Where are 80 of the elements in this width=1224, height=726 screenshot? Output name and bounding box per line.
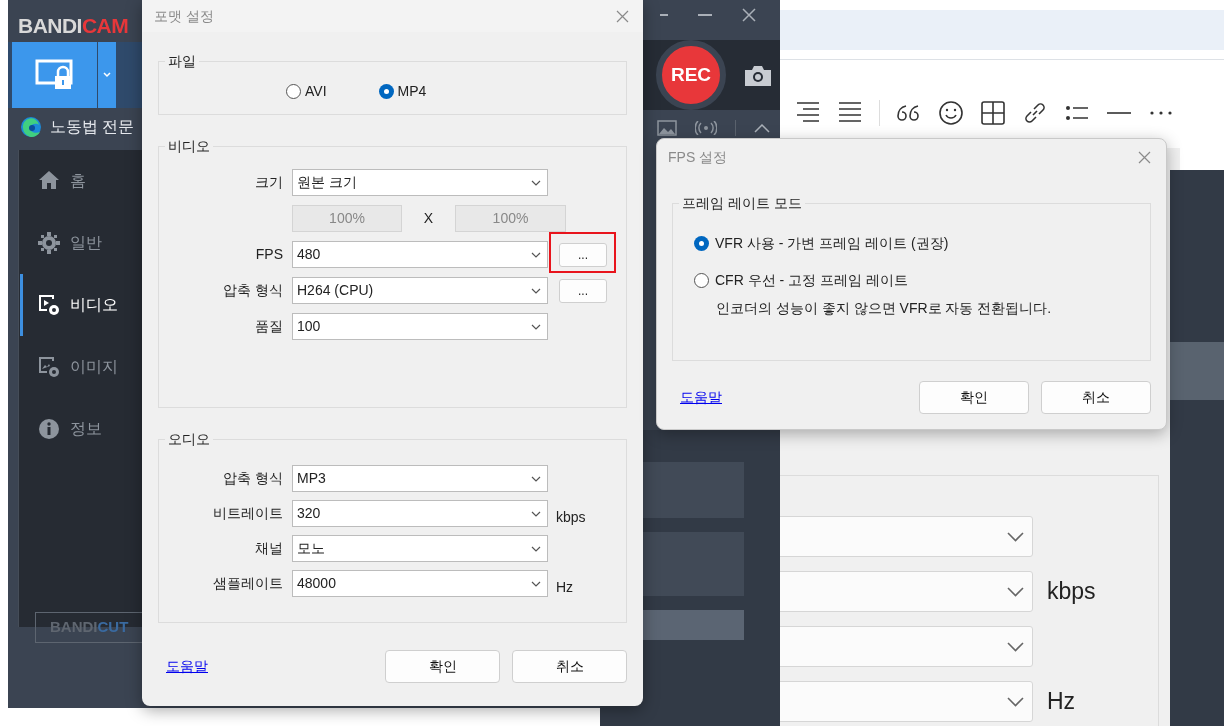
help-link[interactable]: 도움말: [680, 387, 722, 408]
option-label: CFR 우선 - 고정 프레임 레이트: [715, 271, 908, 290]
field-label: FPS: [255, 245, 283, 264]
broadcast-icon[interactable]: [695, 121, 717, 135]
dialog-button[interactable]: 확인: [385, 650, 500, 683]
info-icon: [38, 418, 60, 440]
chevron-down-icon: [531, 545, 541, 552]
screen-lock-mode-button[interactable]: [12, 42, 97, 108]
chevron-down-icon: [531, 475, 541, 482]
dropdown[interactable]: H264 (CPU): [292, 277, 548, 304]
close-icon[interactable]: [1138, 150, 1151, 164]
chevron-down-icon: [531, 287, 541, 294]
chevron-down-icon: [531, 323, 541, 330]
radio-button[interactable]: [694, 236, 709, 251]
table-icon[interactable]: [980, 100, 1006, 126]
field-label: 품질: [255, 317, 283, 336]
dialog-button[interactable]: 취소: [512, 650, 627, 683]
browser-logo-icon: [20, 116, 42, 138]
dropdown[interactable]: 모노: [292, 535, 548, 562]
dropdown[interactable]: 48000: [292, 570, 548, 597]
radio-button[interactable]: [378, 84, 394, 99]
field-label: 압축 형식: [223, 469, 283, 488]
caret-icon: [103, 72, 111, 78]
target-window-title: 노동법 전문: [50, 117, 135, 137]
dropdown[interactable]: 원본 크기: [292, 169, 548, 196]
unit-label: Hz: [1047, 687, 1076, 717]
gear-icon: [38, 232, 60, 254]
width-field: 100%: [292, 205, 402, 232]
height-field: 100%: [455, 205, 566, 232]
option-label: MP4: [397, 82, 427, 101]
image-icon[interactable]: [657, 120, 677, 136]
screen-lock-icon: [34, 59, 75, 91]
dialog-button[interactable]: 확인: [919, 381, 1029, 414]
dialog-title: 포맷 설정: [154, 6, 214, 26]
unit-label: kbps: [556, 508, 586, 527]
image-settings-icon: [38, 356, 60, 378]
chevron-down-icon: [1007, 696, 1024, 707]
close-icon[interactable]: [616, 9, 629, 23]
field-label: 샘플레이트: [213, 574, 283, 593]
dropdown[interactable]: MP3: [292, 465, 548, 492]
options-button[interactable]: ...: [559, 279, 607, 303]
collapse-icon[interactable]: [754, 123, 770, 133]
minimize-icon: [698, 14, 712, 16]
sidebar-item[interactable]: 이미지: [20, 336, 142, 398]
camera-icon[interactable]: [745, 65, 771, 86]
bandicam-logo: BANDICAM: [18, 13, 129, 39]
video-settings-icon: [38, 294, 60, 316]
option-label: VFR 사용 - 가변 프레임 레이트 (권장): [715, 234, 949, 253]
emoji-icon[interactable]: [938, 100, 964, 126]
home-icon: [38, 170, 60, 192]
field-label: 압축 형식: [223, 281, 283, 300]
dropdown[interactable]: 100: [292, 313, 548, 340]
option-note: 인코더의 성능이 좋지 않으면 VFR로 자동 전환됩니다.: [715, 299, 1053, 318]
link-icon[interactable]: [1022, 100, 1048, 126]
unit-label: Hz: [556, 578, 574, 597]
dialog-button[interactable]: 취소: [1041, 381, 1151, 414]
chevron-down-icon: [1007, 641, 1024, 652]
close-icon: [742, 8, 756, 22]
options-button[interactable]: ...: [559, 243, 607, 267]
radio-button[interactable]: [694, 273, 709, 288]
dropdown[interactable]: 320: [292, 500, 548, 527]
field-label: 크기: [255, 173, 283, 192]
chevron-down-icon: [531, 251, 541, 258]
dropdown[interactable]: 480: [292, 241, 548, 268]
chevron-down-icon: [531, 179, 541, 186]
unit-label: kbps: [1047, 577, 1096, 607]
option-label: AVI: [305, 82, 327, 101]
sidebar-item[interactable]: 홈: [20, 150, 142, 212]
help-link[interactable]: 도움말: [166, 656, 208, 677]
chevron-down-icon: [531, 510, 541, 517]
sidebar-item[interactable]: 정보: [20, 398, 142, 460]
size-separator: X: [422, 209, 435, 228]
chevron-down-icon: [531, 580, 541, 587]
sidebar-item[interactable]: 일반: [20, 212, 142, 274]
dialog-title: FPS 설정: [668, 147, 728, 167]
chevron-down-icon: [1007, 586, 1024, 597]
radio-button[interactable]: [286, 84, 301, 99]
chevron-down-icon: [1007, 531, 1024, 542]
field-label: 비트레이트: [213, 504, 283, 523]
field-label: 채널: [255, 539, 283, 558]
